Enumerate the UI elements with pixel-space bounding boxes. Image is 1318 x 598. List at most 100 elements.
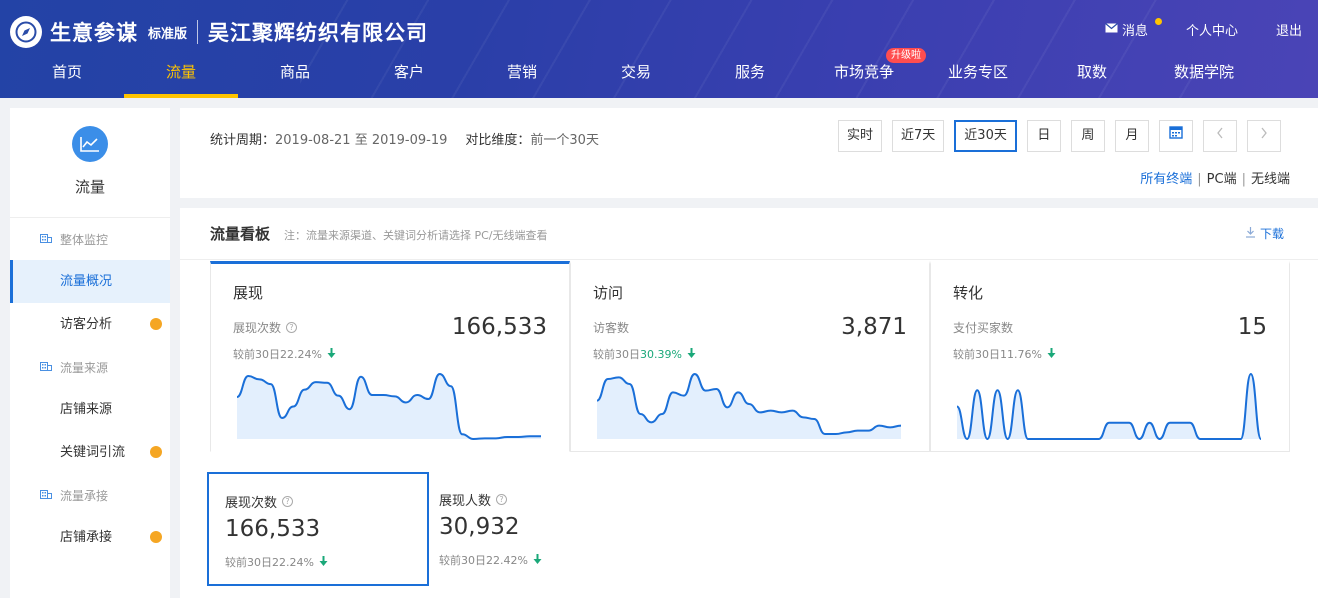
compare-prefix: 较前30日 — [593, 348, 640, 361]
sub-metric-compare-text: 较前30日22.24% — [225, 556, 314, 569]
nav-traffic[interactable]: 流量 — [124, 56, 238, 98]
top-header: 生意参谋 标准版 吴江聚辉纺织有限公司 消息 个人中心 退出 首页 流量 商品 … — [0, 0, 1318, 98]
terminal-all[interactable]: 所有终端 — [1140, 172, 1192, 187]
compare-value: 前一个30天 — [530, 133, 599, 148]
card-metric-label: 访客数 — [593, 321, 630, 335]
sub-metric-impressions[interactable]: 展现次数 ? 166,533 较前30日22.24% — [207, 472, 429, 586]
new-dot — [150, 446, 162, 458]
metric-card-conversion[interactable]: 转化 支付买家数 15 较前30日 11.76% — [930, 261, 1290, 452]
impressions-trend-chart — [237, 372, 541, 440]
sidebar-title: 流量 — [74, 178, 105, 196]
sub-metric-label: 展现人数 ? — [439, 490, 508, 509]
sub-metric-label: 展现次数 ? — [225, 492, 294, 511]
brand[interactable]: 生意参谋 标准版 吴江聚辉纺织有限公司 — [10, 16, 428, 48]
sub-metric-label-text: 展现次数 — [225, 496, 278, 511]
terminal-pc[interactable]: PC端 — [1207, 172, 1237, 187]
card-metric-label: 展现次数 — [233, 321, 282, 335]
sub-metric-value: 30,932 — [439, 514, 520, 540]
range-realtime-button[interactable]: 实时 — [838, 120, 883, 152]
brand-divider — [197, 20, 199, 44]
metric-card-impressions[interactable]: 展现 展现次数 ? 166,533 较前30日 22.24% — [210, 261, 570, 452]
sidebar-item-label: 店铺承接 — [60, 530, 113, 545]
period-label: 统计周期： — [210, 133, 276, 148]
sidebar-item-traffic-overview[interactable]: 流量概况 — [10, 260, 170, 303]
sidebar: 流量 整体监控 流量概况 访客分析 流量来源 店铺来源 关键词引流 流量承接 店… — [10, 108, 170, 598]
card-value: 166,533 — [451, 314, 547, 340]
download-icon — [1245, 226, 1260, 241]
help-icon[interactable]: ? — [282, 496, 294, 507]
trend-area — [237, 374, 541, 439]
metric-card-visits[interactable]: 访问 访客数 3,871 较前30日 30.39% — [570, 261, 930, 452]
terminal-switch: 所有终端 | PC端 | 无线端 — [1140, 172, 1290, 187]
sidebar-item-store-source[interactable]: 店铺来源 — [10, 388, 170, 431]
nav-business-zone[interactable]: 业务专区 — [940, 56, 1016, 98]
nav-goods[interactable]: 商品 — [266, 56, 324, 98]
range-day-button[interactable]: 日 — [1026, 120, 1061, 152]
sidebar-item-visitor-analysis[interactable]: 访客分析 — [10, 303, 170, 346]
board-header: 流量看板 注：流量来源渠道、关键词分析请选择 PC/无线端查看 下载 — [180, 208, 1318, 260]
help-icon[interactable]: ? — [286, 322, 298, 333]
range-7days-button[interactable]: 近7天 — [892, 120, 945, 152]
nav-data-academy[interactable]: 数据学院 — [1166, 56, 1242, 98]
nav-home[interactable]: 首页 — [38, 56, 96, 98]
arrow-down-icon — [533, 553, 542, 567]
compass-logo-icon — [10, 16, 42, 48]
nav-fetch-data[interactable]: 取数 — [1063, 56, 1121, 98]
download-link[interactable]: 下载 — [1245, 225, 1284, 242]
sidebar-group-source: 流量来源 — [10, 346, 170, 388]
compare-percent: 22.24% — [280, 347, 322, 361]
compare-percent: 30.39% — [640, 347, 682, 361]
mail-icon — [1105, 22, 1122, 37]
prev-period-button[interactable] — [1202, 120, 1237, 152]
sidebar-item-label: 关键词引流 — [60, 445, 126, 460]
nav-customers[interactable]: 客户 — [380, 56, 438, 98]
nav-marketing[interactable]: 营销 — [493, 56, 551, 98]
brand-name: 生意参谋 — [50, 21, 138, 45]
building-icon — [40, 232, 52, 246]
range-week-button[interactable]: 周 — [1070, 120, 1105, 152]
visits-trend-chart — [597, 372, 901, 439]
card-compare: 较前30日 30.39% — [593, 346, 696, 362]
board-note: 注：流量来源渠道、关键词分析请选择 PC/无线端查看 — [284, 229, 548, 242]
user-center-link[interactable]: 个人中心 — [1186, 20, 1238, 39]
chevron-left-icon — [1216, 121, 1224, 151]
compare-percent: 11.76% — [1000, 347, 1042, 361]
trend-area — [597, 374, 901, 439]
range-buttons: 实时 近7天 近30天 日 周 月 — [838, 120, 1291, 152]
next-period-button[interactable] — [1246, 120, 1281, 152]
nav-market-competition[interactable]: 市场竞争 升级啦 — [826, 48, 926, 98]
sidebar-group-monitor: 整体监控 — [10, 218, 170, 260]
sidebar-item-store-undertake[interactable]: 店铺承接 — [10, 516, 170, 559]
logout-link[interactable]: 退出 — [1276, 20, 1302, 39]
range-30days-button[interactable]: 近30天 — [954, 120, 1017, 152]
arrow-down-icon — [687, 347, 696, 361]
sidebar-group-label: 流量来源 — [60, 360, 109, 375]
calendar-button[interactable] — [1158, 120, 1193, 152]
range-month-button[interactable]: 月 — [1114, 120, 1149, 152]
help-icon[interactable]: ? — [496, 494, 508, 505]
period-panel: 统计周期：2019-08-21 至 2019-09-19 对比维度：前一个30天 … — [180, 108, 1318, 198]
compare-prefix: 较前30日 — [953, 348, 1000, 361]
sub-metric-value: 166,533 — [225, 516, 321, 542]
terminal-wireless[interactable]: 无线端 — [1251, 172, 1290, 187]
sidebar-item-keyword-traffic[interactable]: 关键词引流 — [10, 431, 170, 474]
nav-trade[interactable]: 交易 — [607, 56, 665, 98]
period-info: 统计周期：2019-08-21 至 2019-09-19 对比维度：前一个30天 — [210, 129, 599, 148]
sidebar-header: 流量 — [10, 108, 170, 218]
sub-metric-label-text: 展现人数 — [439, 494, 492, 509]
nav-market-competition-label: 市场竞争 — [833, 63, 894, 81]
messages-label: 消息 — [1122, 24, 1149, 39]
card-compare: 较前30日 11.76% — [953, 346, 1056, 362]
sidebar-group-label: 整体监控 — [60, 232, 109, 247]
sub-metric-compare: 较前30日22.42% — [439, 552, 542, 568]
nav-service[interactable]: 服务 — [721, 56, 779, 98]
card-metric: 支付买家数 — [953, 319, 1013, 336]
new-dot — [150, 318, 162, 330]
sub-metric-visitors[interactable]: 展现人数 ? 30,932 较前30日22.42% — [423, 472, 645, 586]
building-icon — [40, 488, 52, 502]
building-icon — [40, 360, 52, 374]
main-nav: 首页 流量 商品 客户 营销 交易 服务 市场竞争 升级啦 业务专区 取数 数据… — [0, 48, 1318, 98]
header-user-links: 消息 个人中心 退出 — [1105, 18, 1302, 39]
compare-prefix: 较前30日 — [233, 348, 280, 361]
messages-link[interactable]: 消息 — [1105, 18, 1163, 39]
